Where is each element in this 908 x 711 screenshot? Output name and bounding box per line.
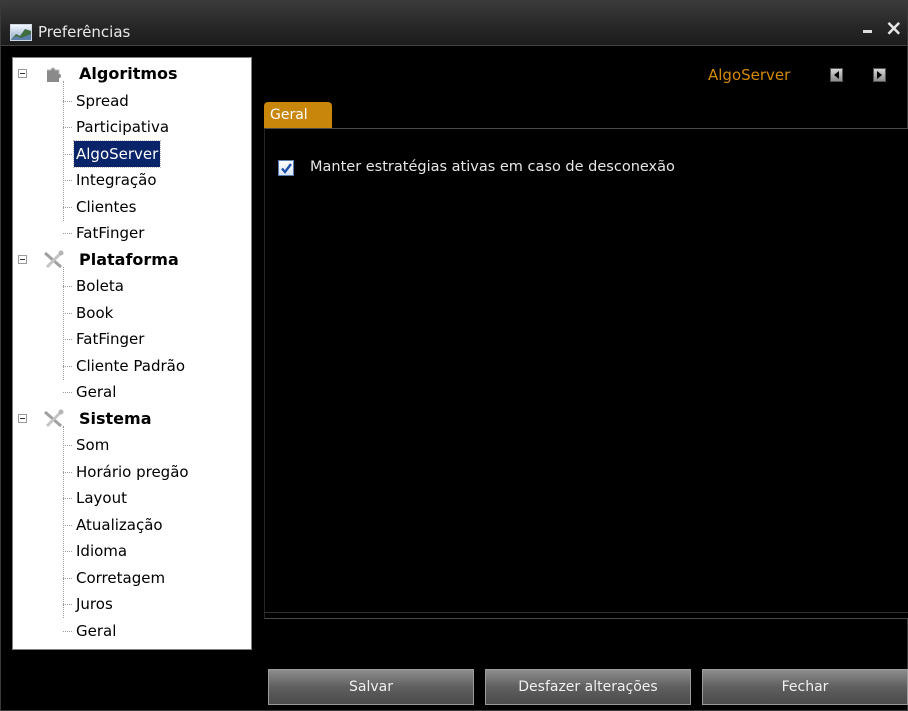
tree-item-label: Horário pregão xyxy=(76,462,189,481)
tree-item-label: Boleta xyxy=(76,277,124,295)
collapse-icon[interactable] xyxy=(18,69,27,78)
tree-item[interactable]: Geral xyxy=(13,618,251,644)
tree-item-label: Cliente Padrão xyxy=(76,356,186,375)
tree-connector xyxy=(63,630,72,632)
tree-connector xyxy=(63,312,72,314)
tree-connector xyxy=(63,127,72,128)
tree-category-label: Algoritmos xyxy=(79,64,178,83)
tree-category-label: Plataforma xyxy=(79,249,179,269)
tree-connector xyxy=(63,365,72,367)
tree-item[interactable]: Integração xyxy=(13,167,251,193)
undo-changes-button[interactable]: Desfazer alterações xyxy=(485,669,691,705)
tree-item-label: Geral xyxy=(76,383,117,401)
tree-connector xyxy=(63,100,72,102)
tree-item-label: Integração xyxy=(76,171,157,189)
tree-item-label: Participativa xyxy=(76,118,170,136)
tree-item[interactable]: FatFinger xyxy=(13,220,251,246)
minimize-button[interactable] xyxy=(863,30,872,33)
tree-category-algoritmos[interactable]: Algoritmos xyxy=(13,61,251,87)
keep-strategies-label: Manter estratégias ativas em caso de des… xyxy=(310,159,675,175)
tree-connector xyxy=(63,604,72,605)
tree-connector xyxy=(63,392,72,393)
tree-item-label: AlgoServer xyxy=(72,139,162,168)
tree-item-label: Idioma xyxy=(76,542,128,560)
tree-item[interactable]: Horário pregão xyxy=(13,459,251,485)
arrow-left-icon[interactable] xyxy=(830,68,843,82)
tree-connector xyxy=(63,286,72,287)
tree-item[interactable]: Boleta xyxy=(13,273,251,299)
tree-item[interactable]: Spread xyxy=(13,88,251,114)
tree-item-label: Corretagem xyxy=(76,568,166,587)
tree-item[interactable]: Som xyxy=(13,432,251,458)
tree-item-label: Geral xyxy=(76,621,117,640)
tree-connector xyxy=(63,233,72,234)
close-button[interactable]: Fechar xyxy=(702,669,908,705)
tree-item[interactable]: Idioma xyxy=(13,538,251,564)
tree-item[interactable]: Geral xyxy=(13,379,251,405)
tree-connector xyxy=(63,206,72,208)
tree-connector xyxy=(63,339,72,340)
tree-category-label: Sistema xyxy=(79,408,152,428)
keep-strategies-checkbox[interactable] xyxy=(278,160,294,176)
tree-item[interactable]: Book xyxy=(13,300,251,326)
tree-item[interactable]: Participativa xyxy=(13,114,251,140)
arrow-right-icon[interactable] xyxy=(873,68,886,82)
tree-item[interactable]: Clientes xyxy=(13,194,251,220)
collapse-icon[interactable] xyxy=(18,413,27,423)
window-title: Preferências xyxy=(38,23,131,41)
tree-connector xyxy=(63,471,72,473)
tree-item-label: FatFinger xyxy=(76,330,145,348)
tree-item[interactable]: FatFinger xyxy=(13,326,251,352)
tree-item-label: Spread xyxy=(76,91,129,110)
settings-panel xyxy=(264,128,908,619)
title-bar[interactable]: Preferências × xyxy=(1,1,907,46)
tree-connector xyxy=(63,180,72,181)
preferences-tree: Algoritmos Spread Participativa AlgoServer I… xyxy=(12,57,252,650)
preferences-window: Preferências × Algoritmos Spread Participa… xyxy=(0,0,908,711)
tree-item[interactable]: Juros xyxy=(13,591,251,617)
tree-item-label: Book xyxy=(76,303,114,322)
tree-item[interactable]: Corretagem xyxy=(13,565,251,591)
tree-category-plataforma[interactable]: Plataforma xyxy=(13,247,251,273)
tree-connector xyxy=(63,551,72,552)
tree-item[interactable]: Layout xyxy=(13,485,251,511)
panel-divider xyxy=(264,612,908,613)
tree-connector xyxy=(63,577,72,579)
tree-item-label: Layout xyxy=(76,489,127,507)
tree-item[interactable]: Atualização xyxy=(13,512,251,538)
close-icon[interactable]: × xyxy=(885,18,903,39)
tree-item-label: FatFinger xyxy=(76,224,145,242)
tree-connector xyxy=(63,498,72,499)
tree-item-label: Som xyxy=(76,436,110,454)
tree-connector xyxy=(63,445,72,446)
tree-item[interactable]: Cliente Padrão xyxy=(13,353,251,379)
tree-item[interactable]: AlgoServer xyxy=(13,139,251,168)
tree-category-sistema[interactable]: Sistema xyxy=(13,406,251,432)
collapse-icon[interactable] xyxy=(18,254,27,264)
tree-item-label: Clientes xyxy=(76,197,137,216)
tree-connector xyxy=(63,524,72,526)
tree-item-label: Juros xyxy=(76,595,113,613)
tab-geral[interactable]: Geral xyxy=(264,102,332,128)
tree-item-label: Atualização xyxy=(76,515,163,534)
chart-icon xyxy=(10,24,32,41)
tree-connector xyxy=(63,153,72,155)
save-button[interactable]: Salvar xyxy=(268,669,474,705)
section-label: AlgoServer xyxy=(708,66,791,84)
